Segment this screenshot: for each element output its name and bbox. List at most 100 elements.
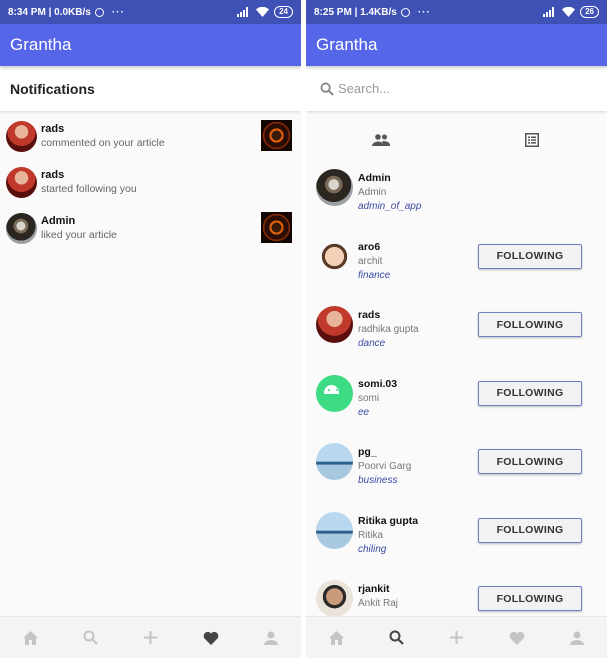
notification-message: started following you <box>41 183 137 195</box>
following-button[interactable]: FOLLOWING <box>478 586 582 611</box>
add-icon <box>449 631 463 644</box>
avatar[interactable] <box>316 580 353 617</box>
nav-profile-button[interactable] <box>567 628 587 648</box>
notification-message: commented on your article <box>41 137 165 149</box>
avatar[interactable] <box>316 374 353 412</box>
avatar[interactable] <box>316 443 353 480</box>
avatar[interactable] <box>316 511 353 549</box>
battery-icon: 26 <box>580 6 599 18</box>
user-list-item[interactable]: Admin Admin admin_of_app <box>306 168 607 237</box>
notification-user[interactable]: rads <box>41 169 137 181</box>
home-icon <box>22 630 38 645</box>
app-title: Grantha <box>10 35 72 54</box>
wifi-icon <box>256 7 270 17</box>
user-fullname: archit <box>358 255 383 267</box>
nav-activity-button[interactable] <box>201 628 221 648</box>
status-time: 8:34 PM | 0.0KB/s <box>8 6 91 18</box>
notifications-screen: 8:34 PM | 0.0KB/s ··· 24 Grantha Notific… <box>0 0 301 658</box>
user-list-item[interactable]: Ritika gupta Ritika chiling FOLLOWING <box>306 511 607 580</box>
user-username: rjankit <box>358 583 390 595</box>
user-fullname: Ritika <box>358 529 384 541</box>
user-list-item[interactable]: somi.03 somi ee FOLLOWING <box>306 374 607 443</box>
user-fullname: Admin <box>358 187 387 198</box>
article-list-icon <box>524 132 539 147</box>
notification-item[interactable]: rads commented on your article <box>0 113 301 159</box>
user-category: finance <box>358 269 391 281</box>
search-input[interactable] <box>338 81 558 96</box>
signal-icon <box>237 7 249 17</box>
status-more-dots: ··· <box>417 6 431 18</box>
following-button[interactable]: FOLLOWING <box>478 517 582 543</box>
signal-icon <box>543 7 555 17</box>
tab-articles[interactable] <box>457 111 607 168</box>
app-bar: Grantha <box>306 24 607 66</box>
notification-item[interactable]: rads started following you <box>0 159 301 205</box>
article-thumbnail[interactable] <box>261 212 292 243</box>
user-username: aro6 <box>358 240 381 253</box>
avatar[interactable] <box>316 237 353 275</box>
user-username: pg_ <box>358 446 377 458</box>
following-button[interactable]: FOLLOWING <box>478 449 582 474</box>
search-icon <box>83 630 98 645</box>
user-username: Admin <box>358 172 391 184</box>
user-username: somi.03 <box>358 377 398 390</box>
avatar[interactable] <box>6 120 37 152</box>
heart-icon <box>509 631 525 645</box>
search-bar <box>306 66 607 111</box>
add-icon <box>143 631 157 644</box>
status-bar: 8:25 PM | 1.4KB/s ··· 26 <box>306 0 607 24</box>
search-icon <box>320 81 334 96</box>
status-time: 8:25 PM | 1.4KB/s <box>314 6 397 18</box>
app-title: Grantha <box>316 35 378 54</box>
avatar[interactable] <box>6 166 37 198</box>
page-title: Notifications <box>10 80 95 97</box>
alarm-icon <box>94 7 104 17</box>
search-icon <box>389 630 404 645</box>
nav-search-button[interactable] <box>386 628 406 648</box>
following-button[interactable]: FOLLOWING <box>478 312 582 337</box>
user-list-item[interactable]: aro6 archit finance FOLLOWING <box>306 237 607 306</box>
user-username: rads <box>358 309 381 321</box>
nav-search-button[interactable] <box>80 628 100 648</box>
notifications-header: Notifications <box>0 66 301 111</box>
notification-user[interactable]: rads <box>41 123 165 135</box>
user-fullname: radhika gupta <box>358 324 419 335</box>
nav-add-button[interactable] <box>446 628 466 648</box>
nav-home-button[interactable] <box>20 628 40 648</box>
nav-add-button[interactable] <box>140 628 160 648</box>
nav-profile-button[interactable] <box>261 628 281 648</box>
avatar[interactable] <box>316 169 353 206</box>
alarm-icon <box>400 7 410 17</box>
search-screen: 8:25 PM | 1.4KB/s ··· 26 Grantha Admin A… <box>306 0 607 658</box>
user-category: dance <box>358 338 386 349</box>
people-icon <box>372 133 391 146</box>
user-fullname: Poorvi Garg <box>358 461 412 472</box>
person-icon <box>569 631 584 645</box>
user-username: Ritika gupta <box>358 514 419 527</box>
user-list-item[interactable]: pg_ Poorvi Garg business FOLLOWING <box>306 442 607 511</box>
nav-activity-button[interactable] <box>507 628 527 648</box>
following-button[interactable]: FOLLOWING <box>478 380 582 406</box>
bottom-navigation <box>306 616 607 658</box>
status-bar: 8:34 PM | 0.0KB/s ··· 24 <box>0 0 301 24</box>
search-tabs <box>306 111 607 168</box>
article-thumbnail[interactable] <box>261 120 292 151</box>
wifi-icon <box>562 7 576 17</box>
nav-home-button[interactable] <box>326 628 346 648</box>
android-eye <box>336 388 338 391</box>
app-bar: Grantha <box>0 24 301 66</box>
user-category: admin_of_app <box>358 201 422 212</box>
user-list-item[interactable]: rads radhika gupta dance FOLLOWING <box>306 305 607 374</box>
status-more-dots: ··· <box>111 6 125 18</box>
notification-item[interactable]: Admin liked your article <box>0 205 301 251</box>
home-icon <box>328 630 344 645</box>
battery-icon: 24 <box>274 6 293 18</box>
notification-user[interactable]: Admin <box>41 215 117 227</box>
following-button[interactable]: FOLLOWING <box>478 243 582 269</box>
avatar[interactable] <box>6 212 37 244</box>
avatar[interactable] <box>316 306 353 343</box>
user-category: business <box>358 475 398 486</box>
user-category: chiling <box>358 543 387 555</box>
heart-icon <box>203 631 219 645</box>
tab-people[interactable] <box>306 111 457 168</box>
